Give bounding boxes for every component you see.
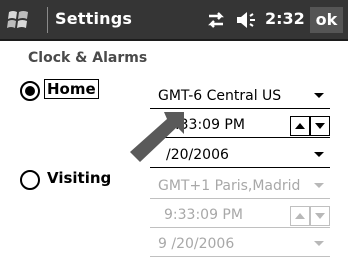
chevron-down-icon: [314, 183, 324, 188]
title-separator: [47, 7, 48, 33]
arrow-down-icon: [315, 213, 325, 219]
home-timezone-select[interactable]: GMT-6 Central US: [150, 84, 330, 109]
connectivity-icon[interactable]: [205, 9, 227, 31]
arrow-up-icon: [295, 213, 305, 219]
app-title: Settings: [55, 9, 133, 28]
visiting-time-spinner: [290, 206, 330, 226]
page-title: Clock & Alarms: [28, 50, 148, 66]
visiting-radio[interactable]: [20, 170, 40, 190]
arrow-down-icon: [315, 123, 325, 129]
home-time-spinner[interactable]: [290, 116, 330, 136]
home-timezone-value: GMT-6 Central US: [158, 88, 282, 104]
visiting-time-value: 9:33:09 PM: [164, 207, 243, 223]
visiting-timezone-select: GMT+1 Paris,Madrid: [150, 174, 330, 199]
pointer-arrow-icon: [130, 112, 184, 162]
time-up-button[interactable]: [290, 116, 310, 136]
visiting-label[interactable]: Visiting: [47, 169, 111, 187]
clock-time[interactable]: 2:32: [265, 9, 305, 28]
visiting-time-field: 9:33:09 PM: [150, 203, 330, 228]
visiting-date-select: 9 /20/2006: [150, 232, 330, 257]
time-up-button: [290, 206, 310, 226]
time-down-button[interactable]: [310, 116, 330, 136]
chevron-down-icon[interactable]: [314, 152, 324, 157]
ok-button[interactable]: ok: [310, 7, 343, 33]
home-label[interactable]: Home: [44, 79, 99, 99]
chevron-down-icon: [314, 241, 324, 246]
arrow-up-icon: [295, 123, 305, 129]
visiting-timezone-value: GMT+1 Paris,Madrid: [158, 178, 301, 194]
home-radio[interactable]: [20, 81, 40, 101]
volume-icon[interactable]: [235, 9, 257, 31]
windows-start-icon[interactable]: [6, 7, 32, 33]
time-down-button: [310, 206, 330, 226]
visiting-date-value: 9 /20/2006: [158, 236, 235, 252]
chevron-down-icon[interactable]: [314, 93, 324, 98]
title-bar: Settings 2:32 ok: [0, 0, 348, 41]
